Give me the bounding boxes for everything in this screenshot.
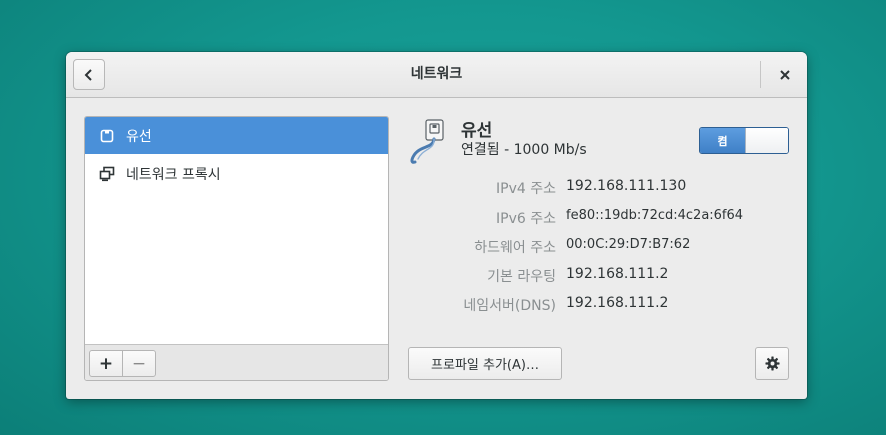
device-status: 연결됨 - 1000 Mb/s [461,142,587,158]
detail-label: IPv6 주소 [496,211,556,227]
detail-label: IPv4 주소 [496,181,556,197]
header-separator [760,61,761,88]
detail-value: 00:0C:29:D7:B7:62 [566,237,691,252]
go-previous-icon [84,68,92,81]
settings-button[interactable] [755,347,789,380]
detail-value: 192.168.111.130 [566,178,687,194]
close-button[interactable] [769,59,800,90]
detail-row-ipv4: IPv4 주소 192.168.111.130 [366,178,796,198]
device-name: 유선 [461,121,493,141]
detail-label: 기본 라우팅 [487,269,556,285]
detail-label: 하드웨어 주소 [474,240,556,256]
back-button[interactable] [73,59,105,90]
switch-knob [745,128,788,153]
detail-value: fe80::19db:72cd:4c2a:6f64 [566,208,744,223]
gear-icon [764,356,780,371]
detail-label: 네임서버(DNS) [463,298,556,314]
remove-connection-button[interactable]: − [122,350,156,377]
network-settings-window: 네트워크 유선 네트워크 프록시 + − 유선 연결됨 - 1000 Mb/s … [66,52,807,399]
network-proxy-icon [99,166,115,182]
add-profile-button[interactable]: 프로파일 추가(A)… [408,347,562,380]
sidebar-item-wired[interactable]: 유선 [85,117,388,154]
list-toolbar: + − [85,344,388,380]
add-connection-button[interactable]: + [89,350,123,377]
sidebar-item-label: 유선 [126,128,152,145]
detail-value: 192.168.111.2 [566,266,669,282]
detail-row-default-route: 기본 라우팅 192.168.111.2 [366,266,796,286]
connection-list: 유선 네트워크 프록시 + − [84,116,389,381]
detail-row-ipv6: IPv6 주소 fe80::19db:72cd:4c2a:6f64 [366,208,796,228]
detail-row-hardware: 하드웨어 주소 00:0C:29:D7:B7:62 [366,237,796,257]
wired-toggle-switch[interactable]: 켬 [699,127,789,154]
wired-cable-icon [410,119,444,164]
detail-row-dns: 네임서버(DNS) 192.168.111.2 [366,295,796,315]
header-bar: 네트워크 [66,52,807,98]
wired-network-icon [99,128,115,144]
detail-value: 192.168.111.2 [566,295,669,311]
switch-on-label: 켬 [700,128,745,153]
window-title: 네트워크 [410,66,463,82]
sidebar-item-network-proxy[interactable]: 네트워크 프록시 [85,155,388,192]
close-icon [779,69,790,80]
sidebar-item-label: 네트워크 프록시 [126,166,221,183]
